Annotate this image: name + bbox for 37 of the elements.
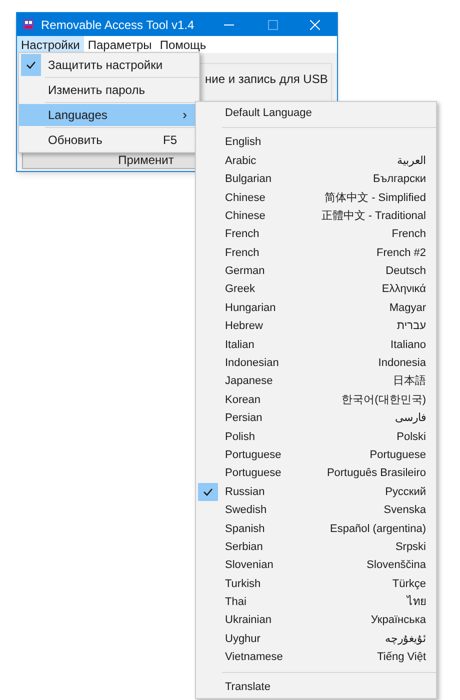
- window-title: Removable Access Tool v1.4: [41, 16, 196, 34]
- menu-item[interactable]: Translate: [196, 678, 436, 696]
- menu-item[interactable]: French French #2: [196, 244, 436, 262]
- close-icon[interactable]: [310, 20, 320, 30]
- menu-item[interactable]: Обновить F5: [19, 129, 199, 151]
- menu-item[interactable]: Spanish Español (argentina): [196, 520, 436, 538]
- menu-item[interactable]: Thai ไทย: [196, 593, 436, 612]
- menu-item[interactable]: Polish Polski: [196, 428, 436, 446]
- option-label: ние и запись для USB: [205, 71, 328, 88]
- menu-item[interactable]: Hungarian Magyar: [196, 298, 436, 318]
- menu-item[interactable]: French French: [196, 225, 436, 244]
- menu-item[interactable]: Slovenian Slovenščina: [196, 556, 436, 575]
- menu-item[interactable]: Chinese 正體中文 - Traditional: [196, 206, 436, 226]
- app-icon: [22, 18, 35, 31]
- menu-item[interactable]: Turkish Türkçe: [196, 574, 436, 594]
- menu-item[interactable]: Ukrainian Українська: [196, 612, 436, 630]
- menu-item[interactable]: Greek Ελληνικά: [196, 280, 436, 299]
- menu-item[interactable]: Изменить пароль: [19, 79, 199, 101]
- menu-item[interactable]: Italian Italiano: [196, 336, 436, 354]
- menu-item[interactable]: Serbian Srpski: [196, 538, 436, 556]
- menu-item[interactable]: Защитить настройки: [19, 54, 199, 76]
- menu-item[interactable]: Russian Русский: [196, 482, 436, 502]
- menu-item[interactable]: Indonesian Indonesia: [196, 354, 436, 372]
- menu-bar-item[interactable]: Настройки: [17, 36, 84, 53]
- menu-bar-item[interactable]: Помощь: [156, 36, 210, 53]
- menu-item[interactable]: Chinese 简体中文 - Simplified: [196, 188, 436, 207]
- menu-item[interactable]: English: [196, 133, 436, 152]
- menu-item[interactable]: Portuguese Português Brasileiro: [196, 464, 436, 483]
- menu-item[interactable]: Swedish Svenska: [196, 501, 436, 520]
- menu-item[interactable]: Bulgarian Български: [196, 170, 436, 189]
- menu-item[interactable]: Japanese 日本語: [196, 372, 436, 391]
- menu-item[interactable]: German Deutsch: [196, 262, 436, 281]
- menu-item[interactable]: Portuguese Portuguese: [196, 446, 436, 464]
- menu-item[interactable]: Default Language: [196, 104, 436, 122]
- menu-item[interactable]: Vietnamese Tiếng Việt: [196, 648, 436, 667]
- menu-bar-item[interactable]: Параметры: [84, 36, 156, 53]
- menu-item[interactable]: Korean 한국어(대한민국): [196, 390, 436, 410]
